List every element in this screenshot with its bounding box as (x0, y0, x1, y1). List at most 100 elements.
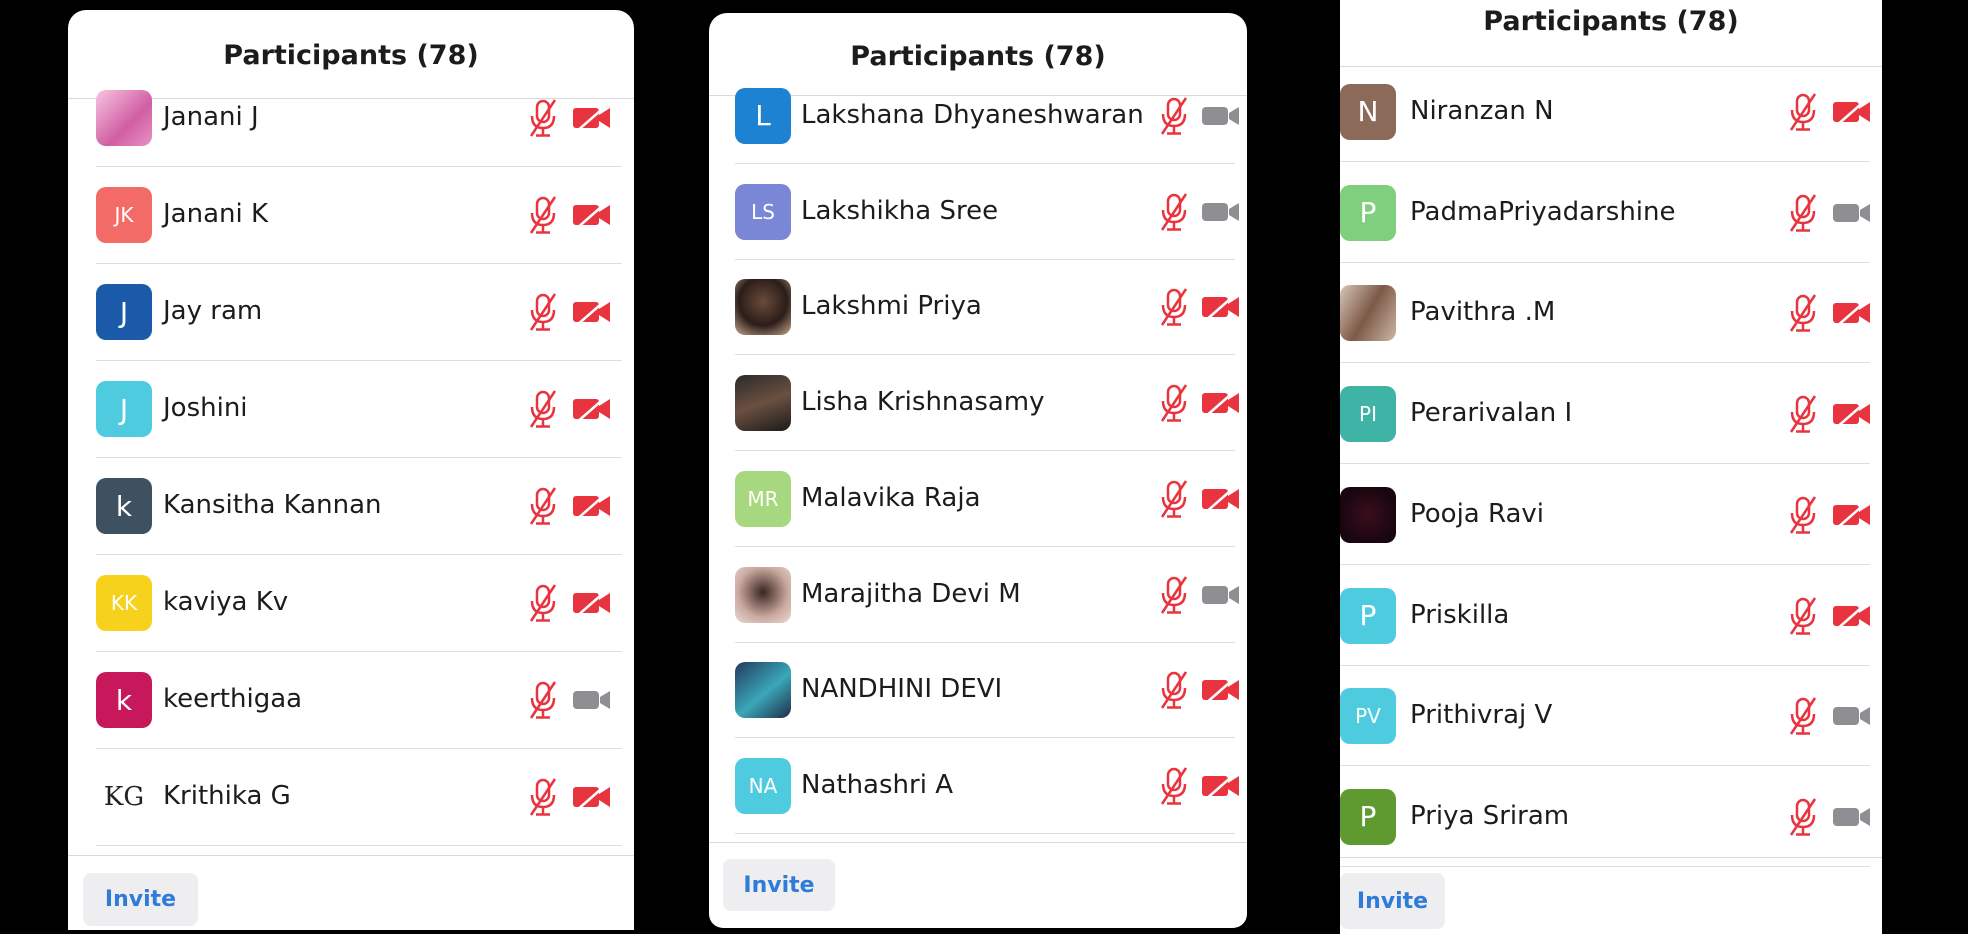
participant-row[interactable]: Pavithra .M (1340, 263, 1882, 364)
participant-row[interactable]: JK Janani K (68, 167, 634, 264)
video-off-icon[interactable] (1201, 675, 1241, 705)
mic-muted-icon[interactable] (1786, 92, 1820, 132)
participant-name: Lakshana Dhyaneshwaran (801, 99, 1144, 130)
participant-row[interactable]: P Priya Sriram (1340, 767, 1882, 868)
avatar: LS (735, 183, 791, 240)
participants-panel-3: Participants (78) Invite N Niranzan N P Pad… (1340, 0, 1882, 934)
participant-name: Nathashri A (801, 769, 953, 800)
video-on-icon[interactable] (1201, 101, 1241, 131)
participant-row[interactable]: PV Prithivraj V (1340, 666, 1882, 767)
video-off-icon[interactable] (572, 491, 612, 521)
participant-name: Pavithra .M (1410, 296, 1556, 327)
participant-row[interactable]: k keerthigaa (68, 652, 634, 749)
participant-row[interactable]: N Niranzan N (1340, 62, 1882, 163)
participant-name: Priya Sriram (1410, 800, 1570, 831)
participant-row[interactable]: NA Nathashri A (709, 738, 1247, 834)
mic-muted-icon[interactable] (1157, 287, 1191, 327)
participant-row[interactable]: Janani J (68, 70, 634, 167)
participant-row[interactable]: k Kansitha Kannan (68, 458, 634, 555)
video-off-icon[interactable] (1201, 292, 1241, 322)
avatar (735, 278, 791, 335)
participant-row[interactable]: MR Malavika Raja (709, 451, 1247, 547)
participant-name: Priskilla (1410, 599, 1510, 630)
avatar: KK (96, 575, 152, 631)
avatar (735, 661, 791, 718)
video-on-icon[interactable] (1201, 580, 1241, 610)
mic-muted-icon[interactable] (1786, 696, 1820, 736)
mic-muted-icon[interactable] (1157, 383, 1191, 423)
avatar: J (96, 284, 152, 340)
participant-row[interactable]: PI Perarivalan I (1340, 364, 1882, 465)
participant-name: Lisha Krishnasamy (801, 386, 1045, 417)
participant-name: Pooja Ravi (1410, 498, 1545, 529)
invite-button[interactable]: Invite (723, 859, 835, 911)
mic-muted-icon[interactable] (1157, 575, 1191, 615)
video-off-icon[interactable] (1832, 399, 1872, 429)
avatar (96, 90, 152, 146)
participant-name: Lakshikha Sree (801, 195, 999, 226)
mic-muted-icon[interactable] (1157, 96, 1191, 136)
mic-muted-icon[interactable] (526, 583, 560, 623)
video-on-icon[interactable] (1201, 197, 1241, 227)
participant-row[interactable]: Lisha Krishnasamy (709, 355, 1247, 451)
participant-name: Jay ram (163, 296, 263, 326)
participant-row[interactable]: J Jay ram (68, 264, 634, 361)
mic-muted-icon[interactable] (1157, 766, 1191, 806)
invite-button[interactable]: Invite (83, 873, 198, 926)
participant-name: NANDHINI DEVI (801, 673, 1003, 704)
mic-muted-icon[interactable] (526, 98, 560, 138)
participant-name: Perarivalan I (1410, 397, 1573, 428)
video-off-icon[interactable] (572, 588, 612, 618)
participant-name: Janani K (163, 199, 269, 229)
mic-muted-icon[interactable] (526, 486, 560, 526)
participant-row[interactable]: Marajitha Devi M (709, 547, 1247, 643)
mic-muted-icon[interactable] (1786, 293, 1820, 333)
participant-row[interactable]: J Joshini (68, 361, 634, 458)
participant-row[interactable]: KG Krithika G (68, 749, 634, 846)
video-on-icon[interactable] (572, 685, 612, 715)
video-off-icon[interactable] (1832, 298, 1872, 328)
video-off-icon[interactable] (1201, 771, 1241, 801)
video-off-icon[interactable] (1832, 500, 1872, 530)
panel-title: Participants (78) (850, 41, 1106, 72)
mic-muted-icon[interactable] (1786, 193, 1820, 233)
participant-row[interactable]: L Lakshana Dhyaneshwaran (709, 68, 1247, 164)
video-off-icon[interactable] (572, 782, 612, 812)
video-off-icon[interactable] (572, 200, 612, 230)
mic-muted-icon[interactable] (526, 680, 560, 720)
mic-muted-icon[interactable] (1786, 797, 1820, 837)
mic-muted-icon[interactable] (1157, 479, 1191, 519)
video-off-icon[interactable] (1201, 388, 1241, 418)
video-off-icon[interactable] (572, 394, 612, 424)
invite-button[interactable]: Invite (1340, 873, 1445, 929)
participant-row[interactable]: P Priskilla (1340, 566, 1882, 667)
video-off-icon[interactable] (572, 103, 612, 133)
mic-muted-icon[interactable] (526, 777, 560, 817)
participant-row[interactable]: NANDHINI DEVI (709, 642, 1247, 738)
mic-muted-icon[interactable] (1786, 596, 1820, 636)
video-on-icon[interactable] (1832, 701, 1872, 731)
participant-row[interactable]: Pooja Ravi (1340, 465, 1882, 566)
footer-divider (68, 855, 634, 856)
video-off-icon[interactable] (1201, 484, 1241, 514)
mic-muted-icon[interactable] (526, 292, 560, 332)
video-off-icon[interactable] (1832, 97, 1872, 127)
video-off-icon[interactable] (1832, 601, 1872, 631)
mic-muted-icon[interactable] (1157, 670, 1191, 710)
mic-muted-icon[interactable] (1786, 495, 1820, 535)
video-on-icon[interactable] (1832, 198, 1872, 228)
participant-row[interactable]: LS Lakshikha Sree (709, 164, 1247, 260)
footer-divider (709, 842, 1247, 843)
video-off-icon[interactable] (572, 297, 612, 327)
mic-muted-icon[interactable] (1157, 192, 1191, 232)
participant-name: keerthigaa (163, 684, 303, 714)
video-on-icon[interactable] (1832, 802, 1872, 832)
avatar: PV (1340, 687, 1396, 744)
participant-row[interactable]: P PadmaPriyadarshine (1340, 163, 1882, 264)
participant-name: Kansitha Kannan (163, 490, 382, 520)
mic-muted-icon[interactable] (1786, 394, 1820, 434)
mic-muted-icon[interactable] (526, 389, 560, 429)
participant-row[interactable]: KK kaviya Kv (68, 555, 634, 652)
mic-muted-icon[interactable] (526, 195, 560, 235)
participant-row[interactable]: Lakshmi Priya (709, 259, 1247, 355)
